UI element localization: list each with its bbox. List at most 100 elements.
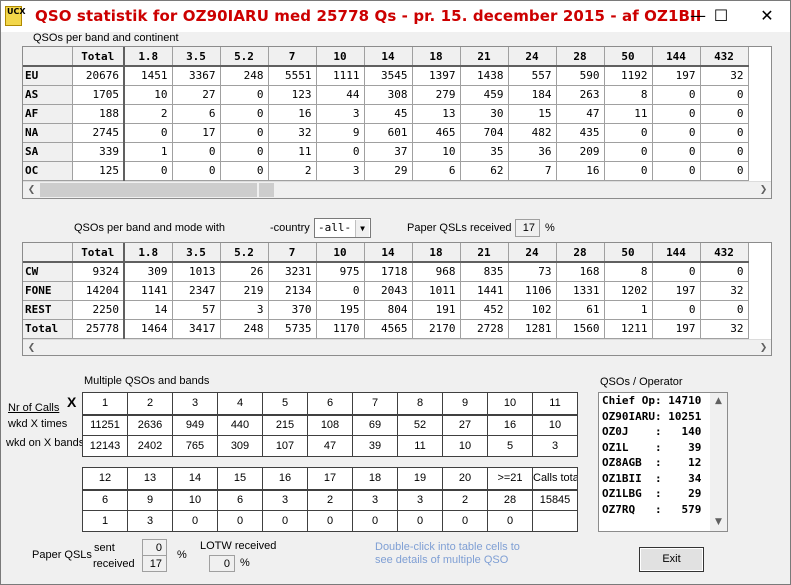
table-cell[interactable]: 6 <box>82 489 128 511</box>
table-cell[interactable]: 36 <box>508 142 557 162</box>
table-cell[interactable]: 440 <box>217 414 263 436</box>
table-cell[interactable]: 125 <box>72 161 125 181</box>
table-cell[interactable]: 0 <box>220 104 269 124</box>
table-cell[interactable]: 188 <box>72 104 125 124</box>
table-cell[interactable]: 1464 <box>124 319 173 339</box>
table-cell[interactable]: 47 <box>556 104 605 124</box>
table-cell[interactable]: 1451 <box>124 66 173 86</box>
scroll-down-icon[interactable]: ▼ <box>710 514 727 531</box>
table-cell[interactable]: 459 <box>460 85 509 105</box>
table-cell[interactable]: 10 <box>442 435 488 457</box>
table-cell[interactable]: 2745 <box>72 123 125 143</box>
table-cell[interactable]: 30 <box>460 104 509 124</box>
table-cell[interactable]: 107 <box>262 435 308 457</box>
table-cell[interactable]: 17 <box>172 123 221 143</box>
table-cell[interactable]: 197 <box>652 66 701 86</box>
scroll-right-icon[interactable]: ❯ <box>755 340 771 355</box>
table-cell[interactable]: 11 <box>397 435 443 457</box>
table-cell[interactable]: 968 <box>412 262 461 282</box>
table-cell[interactable]: 1111 <box>316 66 365 86</box>
table-cell[interactable]: 1 <box>604 300 653 320</box>
table-cell[interactable]: 1170 <box>316 319 365 339</box>
table-cell[interactable]: 14204 <box>72 281 125 301</box>
mode-hscrollbar[interactable]: ❮ ❯ <box>23 339 771 355</box>
table-cell[interactable]: 9324 <box>72 262 125 282</box>
table-cell[interactable]: 1 <box>124 142 173 162</box>
table-cell[interactable]: 248 <box>220 66 269 86</box>
operator-vscrollbar[interactable]: ▲ ▼ <box>710 393 727 531</box>
table-cell[interactable]: 195 <box>316 300 365 320</box>
table-cell[interactable]: 47 <box>307 435 353 457</box>
table-cell[interactable]: 61 <box>556 300 605 320</box>
table-cell[interactable]: 1013 <box>172 262 221 282</box>
table-cell[interactable]: 590 <box>556 66 605 86</box>
table-cell[interactable]: 465 <box>412 123 461 143</box>
table-cell[interactable]: 32 <box>268 123 317 143</box>
table-cell[interactable]: 601 <box>364 123 413 143</box>
table-cell[interactable]: 35 <box>460 142 509 162</box>
table-cell[interactable]: 3 <box>316 104 365 124</box>
table-cell[interactable]: 62 <box>460 161 509 181</box>
list-item[interactable]: OZ90IARU: 10251 <box>599 409 727 425</box>
table-cell[interactable]: 1202 <box>604 281 653 301</box>
table-cell[interactable]: 3 <box>352 489 398 511</box>
table-cell[interactable]: 1106 <box>508 281 557 301</box>
close-button[interactable]: ✕ <box>744 1 790 31</box>
table-cell[interactable]: 32 <box>700 281 749 301</box>
table-cell[interactable]: 557 <box>508 66 557 86</box>
scroll-thumb-2[interactable] <box>259 183 274 197</box>
table-cell[interactable]: 3 <box>220 300 269 320</box>
table-cell[interactable]: 0 <box>652 161 701 181</box>
table-cell[interactable]: 44 <box>316 85 365 105</box>
table-cell[interactable]: 0 <box>604 142 653 162</box>
table-cell[interactable]: 1211 <box>604 319 653 339</box>
table-cell[interactable]: 0 <box>604 123 653 143</box>
table-cell[interactable] <box>532 510 578 532</box>
table-cell[interactable]: 11 <box>604 104 653 124</box>
table-cell[interactable]: 339 <box>72 142 125 162</box>
table-cell[interactable]: 0 <box>652 85 701 105</box>
table-cell[interactable]: 1192 <box>604 66 653 86</box>
table-cell[interactable]: 52 <box>397 414 443 436</box>
table-cell[interactable]: 1141 <box>124 281 173 301</box>
table-cell[interactable]: 0 <box>487 510 533 532</box>
table-cell[interactable]: 0 <box>604 161 653 181</box>
table-cell[interactable]: 2134 <box>268 281 317 301</box>
table-cell[interactable]: 20676 <box>72 66 125 86</box>
table-cell[interactable]: 0 <box>700 161 749 181</box>
table-cell[interactable]: 15 <box>508 104 557 124</box>
table-cell[interactable]: 1560 <box>556 319 605 339</box>
table-cell[interactable]: 0 <box>172 142 221 162</box>
table-cell[interactable]: 309 <box>217 435 263 457</box>
table-cell[interactable]: 1718 <box>364 262 413 282</box>
table-cell[interactable]: 2728 <box>460 319 509 339</box>
table-cell[interactable]: 32 <box>700 319 749 339</box>
chevron-down-icon[interactable]: ▼ <box>355 220 369 237</box>
table-cell[interactable]: 10 <box>532 414 578 436</box>
table-cell[interactable]: 16 <box>556 161 605 181</box>
continent-hscrollbar[interactable]: ❮ ❯ <box>23 181 771 198</box>
table-cell[interactable]: 16 <box>487 414 533 436</box>
table-cell[interactable]: 0 <box>316 142 365 162</box>
table-cell[interactable]: 1011 <box>412 281 461 301</box>
table-cell[interactable]: 0 <box>652 142 701 162</box>
table-cell[interactable]: 3417 <box>172 319 221 339</box>
table-cell[interactable]: 39 <box>352 435 398 457</box>
table-cell[interactable]: 1 <box>82 510 128 532</box>
table-cell[interactable]: 6 <box>217 489 263 511</box>
table-cell[interactable]: 15845 <box>532 489 578 511</box>
table-cell[interactable]: 0 <box>262 510 308 532</box>
table-cell[interactable]: 2043 <box>364 281 413 301</box>
table-cell[interactable]: 2 <box>307 489 353 511</box>
table-cell[interactable]: 3 <box>127 510 173 532</box>
list-item[interactable]: OZ1LBG : 29 <box>599 486 727 502</box>
list-item[interactable]: OZ7RQ : 579 <box>599 502 727 518</box>
table-cell[interactable]: 16 <box>268 104 317 124</box>
table-cell[interactable]: 1331 <box>556 281 605 301</box>
table-cell[interactable]: 3 <box>262 489 308 511</box>
table-cell[interactable]: 10 <box>172 489 218 511</box>
country-select[interactable]: -all- ▼ <box>314 218 371 238</box>
table-cell[interactable]: 12143 <box>82 435 128 457</box>
table-cell[interactable]: 1441 <box>460 281 509 301</box>
table-cell[interactable]: 1438 <box>460 66 509 86</box>
